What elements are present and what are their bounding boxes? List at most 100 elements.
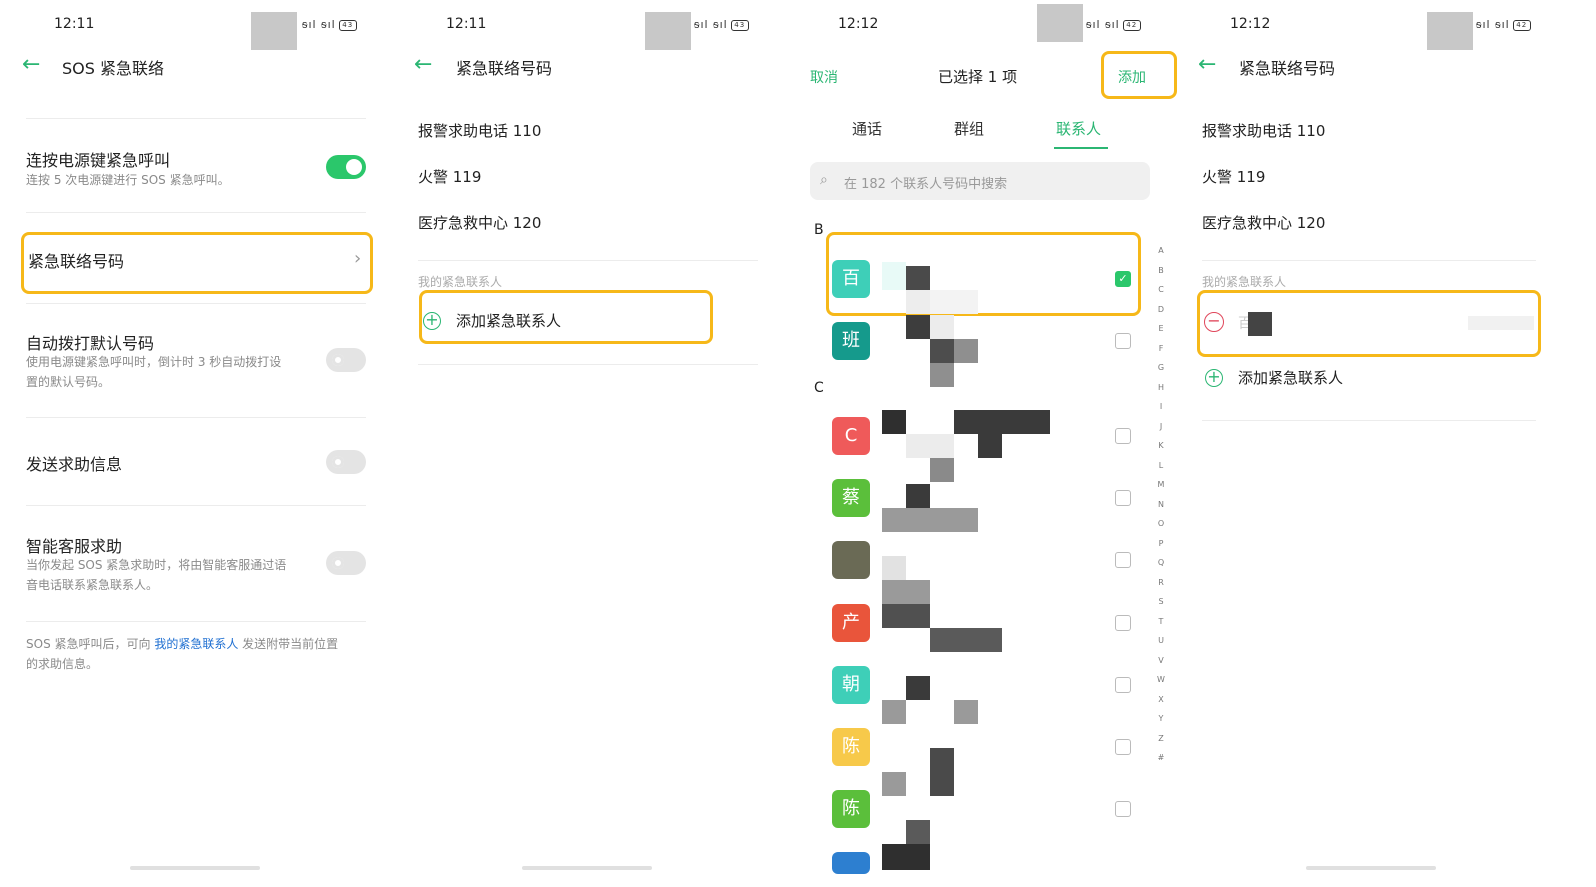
plus-circle-icon: + — [1205, 369, 1223, 387]
status-time: 12:12 — [1230, 16, 1271, 32]
selected-count: 已选择 1 项 — [938, 68, 1018, 86]
divider — [418, 364, 758, 365]
divider — [1202, 260, 1536, 261]
battery-icon: 42 — [1512, 19, 1531, 31]
add-contact-button[interactable]: 添加紧急联系人 — [1238, 367, 1343, 388]
checkbox-icon[interactable] — [1115, 677, 1131, 693]
add-button[interactable]: 添加 — [1118, 67, 1146, 87]
footer-note-2: 的求助信息。 — [26, 657, 99, 671]
home-indicator[interactable] — [522, 866, 652, 870]
divider — [26, 303, 366, 304]
index-letter[interactable]: L — [1156, 461, 1166, 470]
index-letter[interactable]: B — [1156, 266, 1166, 275]
page-title: SOS 紧急联络 — [62, 59, 164, 78]
contact-avatar[interactable]: 蔡 — [832, 479, 870, 517]
checkbox-icon[interactable] — [1115, 615, 1131, 631]
index-letter[interactable]: Z — [1156, 734, 1166, 743]
back-arrow-icon[interactable]: ← — [1198, 52, 1216, 77]
home-indicator[interactable] — [130, 866, 260, 870]
checkbox-icon[interactable] — [1115, 333, 1131, 349]
index-letter[interactable]: P — [1156, 539, 1166, 548]
contact-avatar[interactable]: 百 — [832, 260, 870, 298]
checkbox-icon[interactable] — [1115, 490, 1131, 506]
emergency-number-120[interactable]: 医疗急救中心 120 — [418, 212, 541, 233]
smart-service-label: 智能客服求助 — [26, 537, 123, 556]
checkbox-icon[interactable] — [1115, 739, 1131, 755]
signal-icon: ᵴıl ᵴıl 42 — [1476, 18, 1531, 31]
checkbox-icon[interactable]: ✓ — [1115, 271, 1131, 287]
my-contacts-link[interactable]: 我的紧急联系人 — [154, 637, 238, 651]
index-letter[interactable]: I — [1156, 402, 1166, 411]
index-letter[interactable]: V — [1156, 656, 1166, 665]
index-letter[interactable]: Q — [1156, 558, 1166, 567]
contact-avatar[interactable] — [832, 541, 870, 579]
tab-calls[interactable]: 通话 — [852, 118, 882, 139]
contact-avatar[interactable]: 陈 — [832, 728, 870, 766]
checkbox-icon[interactable] — [1115, 801, 1131, 817]
emergency-numbers-item[interactable]: 紧急联络号码 — [28, 248, 124, 272]
auto-dial-label: 自动拨打默认号码 — [26, 334, 155, 353]
index-letter[interactable]: J — [1156, 422, 1166, 431]
power-sos-desc: 连按 5 次电源键进行 SOS 紧急呼叫。 — [26, 173, 230, 187]
contact-avatar[interactable]: 班 — [832, 322, 870, 360]
screen-contact-picker: 12:12 ᵴıl ᵴıl 42 取消 已选择 1 项 添加 通话 群组 联系人 … — [800, 0, 1192, 887]
tab-contacts[interactable]: 联系人 — [1056, 118, 1101, 139]
status-time: 12:11 — [54, 16, 95, 32]
contact-avatar[interactable] — [832, 852, 870, 874]
checkbox-icon[interactable] — [1115, 428, 1131, 444]
emergency-number-110[interactable]: 报警求助电话 110 — [418, 120, 541, 141]
add-contact-button[interactable]: 添加紧急联系人 — [456, 310, 561, 331]
power-sos-toggle[interactable] — [326, 155, 366, 179]
index-letter[interactable]: C — [1156, 285, 1166, 294]
index-letter[interactable]: U — [1156, 636, 1166, 645]
my-contacts-caption: 我的紧急联系人 — [418, 275, 503, 289]
contact-avatar[interactable]: 朝 — [832, 666, 870, 704]
contact-avatar[interactable]: 产 — [832, 604, 870, 642]
home-indicator[interactable] — [1306, 866, 1436, 870]
cancel-button[interactable]: 取消 — [810, 67, 838, 87]
contact-avatar[interactable]: 陈 — [832, 790, 870, 828]
active-tab-indicator — [1054, 147, 1108, 149]
signal-icon: ᵴıl ᵴıl 43 — [694, 18, 749, 31]
selected-contact-highlight — [826, 232, 1141, 316]
index-letter[interactable]: G — [1156, 363, 1166, 372]
index-letter[interactable]: X — [1156, 695, 1166, 704]
divider — [26, 212, 366, 213]
index-letter[interactable]: D — [1156, 305, 1166, 314]
auto-dial-toggle[interactable] — [326, 348, 366, 372]
emergency-number-119[interactable]: 火警 119 — [1202, 166, 1265, 187]
index-letter[interactable]: # — [1156, 753, 1166, 762]
index-letter[interactable]: H — [1156, 383, 1166, 392]
checkbox-icon[interactable] — [1115, 552, 1131, 568]
back-arrow-icon[interactable]: ← — [22, 52, 40, 77]
index-letter[interactable]: M — [1156, 480, 1166, 489]
emergency-number-110[interactable]: 报警求助电话 110 — [1202, 120, 1325, 141]
status-time: 12:11 — [446, 16, 487, 32]
send-help-toggle[interactable] — [326, 450, 366, 474]
section-letter-b: B — [814, 222, 824, 238]
index-letter[interactable]: S — [1156, 597, 1166, 606]
index-letter[interactable]: T — [1156, 617, 1166, 626]
index-letter[interactable]: R — [1156, 578, 1166, 587]
smart-service-desc: 当你发起 SOS 紧急求助时，将由智能客服通过语 — [26, 558, 287, 572]
index-letter[interactable]: A — [1156, 246, 1166, 255]
index-letter[interactable]: Y — [1156, 714, 1166, 723]
index-letter[interactable]: F — [1156, 344, 1166, 353]
index-letter[interactable]: E — [1156, 324, 1166, 333]
minus-circle-icon[interactable]: − — [1204, 312, 1224, 332]
battery-icon: 43 — [338, 19, 357, 31]
index-letter[interactable]: K — [1156, 441, 1166, 450]
index-letter[interactable]: N — [1156, 500, 1166, 509]
emergency-number-119[interactable]: 火警 119 — [418, 166, 481, 187]
emergency-number-120[interactable]: 医疗急救中心 120 — [1202, 212, 1325, 233]
index-letter[interactable]: W — [1156, 675, 1166, 684]
divider — [418, 260, 758, 261]
back-arrow-icon[interactable]: ← — [414, 52, 432, 77]
signal-icon: ᵴıl ᵴıl 43 — [302, 18, 357, 31]
search-input[interactable]: 在 182 个联系人号码中搜索 — [844, 173, 1007, 192]
tab-groups[interactable]: 群组 — [954, 118, 984, 139]
smart-service-toggle[interactable] — [326, 551, 366, 575]
contact-avatar[interactable]: C — [832, 417, 870, 455]
index-letter[interactable]: O — [1156, 519, 1166, 528]
status-blur — [1427, 12, 1473, 50]
